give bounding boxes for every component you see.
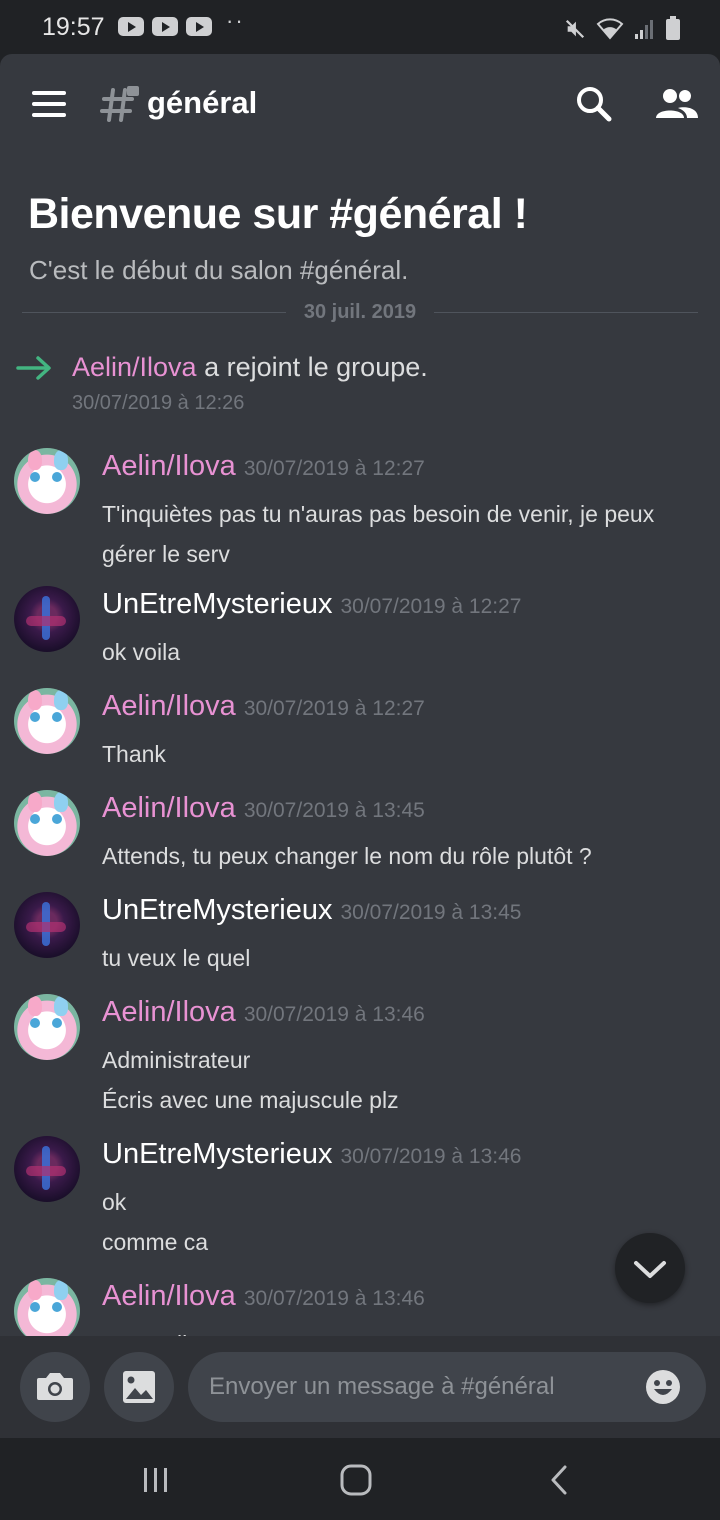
youtube-icon [186,17,212,36]
search-icon[interactable] [574,84,614,124]
emoji-icon[interactable] [644,1368,682,1406]
date-divider: 30 juil. 2019 [22,301,698,323]
channel-title: général [147,85,258,120]
recent-apps-icon[interactable] [126,1460,186,1500]
message-header: Aelin/Ilova 30/07/2019 à 13:46 [102,1280,425,1313]
message-list[interactable]: Bienvenue sur #général ! C'est le début … [0,154,720,1336]
message-timestamp: 30/07/2019 à 12:27 [243,457,425,480]
menu-icon[interactable] [32,91,66,117]
message-composer [0,1336,720,1438]
status-icons [564,14,680,40]
join-arrow-icon [16,356,51,380]
mystery-avatar[interactable] [14,892,80,958]
message-content: Thank [102,734,702,774]
join-username[interactable]: Aelin/Ilova [72,352,197,382]
message-header: UnEtreMysterieux 30/07/2019 à 13:46 [102,1138,521,1171]
home-icon[interactable] [326,1460,386,1500]
chevron-down-icon [634,1261,666,1278]
message-content: T'inquiètes pas tu n'auras pas besoin de… [102,494,702,574]
camera-icon [37,1373,73,1400]
message-content: tu veux le quel [102,938,702,978]
members-icon[interactable] [654,84,700,124]
message-line: Attends, tu peux changer le nom du rôle … [102,843,592,869]
message-line: ok [102,1189,127,1215]
camera-button[interactable] [20,1352,90,1422]
mystery-avatar[interactable] [14,1136,80,1202]
message-line: T'inquiètes pas tu n'auras pas besoin de… [102,501,655,567]
message-header: Aelin/Ilova 30/07/2019 à 13:46 [102,996,425,1029]
message-line: tu veux le quel [102,945,251,971]
message-author[interactable]: Aelin/Ilova [102,1280,236,1312]
message-content: Ayyyouii [102,1324,702,1336]
back-icon[interactable] [530,1460,590,1500]
message-line: Thank [102,741,166,767]
sylveon-avatar[interactable] [14,790,80,856]
signal-icon [635,20,653,39]
wifi-icon [596,18,624,40]
join-message: Aelin/Ilova a rejoint le groupe. [72,352,428,383]
status-time: 19:57 [42,13,105,41]
join-text: a rejoint le groupe. [204,352,428,382]
sylveon-avatar[interactable] [14,994,80,1060]
sylveon-avatar[interactable] [14,688,80,754]
scroll-to-bottom-button[interactable] [615,1233,685,1303]
message-author[interactable]: UnEtreMysterieux [102,894,332,926]
message-line: ok voila [102,639,180,665]
message-input[interactable] [188,1352,706,1422]
sylveon-avatar[interactable] [14,1278,80,1336]
message-timestamp: 30/07/2019 à 13:45 [243,799,425,822]
image-button[interactable] [104,1352,174,1422]
message-timestamp: 30/07/2019 à 13:45 [340,901,522,924]
message-author[interactable]: Aelin/Ilova [102,690,236,722]
discord-mobile-screen: 19:57 ·· général Bienvenue sur #général … [0,0,720,1520]
sylveon-avatar[interactable] [14,448,80,514]
message-header: UnEtreMysterieux 30/07/2019 à 13:45 [102,894,521,927]
mystery-avatar[interactable] [14,586,80,652]
system-nav-bar [0,1438,720,1520]
message-header: Aelin/Ilova 30/07/2019 à 12:27 [102,450,425,483]
channel-header: général [0,54,720,154]
message-header: Aelin/Ilova 30/07/2019 à 13:45 [102,792,425,825]
message-timestamp: 30/07/2019 à 13:46 [340,1145,522,1168]
message-line: Ayyyouii [102,1324,702,1336]
message-content: ok comme ca [102,1182,702,1262]
message-timestamp: 30/07/2019 à 13:46 [243,1287,425,1310]
message-timestamp: 30/07/2019 à 12:27 [243,697,425,720]
message-content: Attends, tu peux changer le nom du rôle … [102,836,702,876]
message-timestamp: 30/07/2019 à 13:46 [243,1003,425,1026]
message-line: comme ca [102,1229,209,1255]
message-content: ok voila [102,632,702,672]
status-bar: 19:57 ·· [0,0,720,54]
message-author[interactable]: UnEtreMysterieux [102,588,332,620]
date-divider-label: 30 juil. 2019 [303,301,417,323]
more-notifications-dots: ·· [226,8,245,33]
message-header: Aelin/Ilova 30/07/2019 à 12:27 [102,690,425,723]
message-author[interactable]: UnEtreMysterieux [102,1138,332,1170]
message-author[interactable]: Aelin/Ilova [102,996,236,1028]
message-timestamp: 30/07/2019 à 12:27 [340,595,522,618]
message-author[interactable]: Aelin/Ilova [102,792,236,824]
welcome-title: Bienvenue sur #général ! [28,190,528,238]
mute-icon [565,19,585,39]
battery-icon [666,16,680,40]
message-author[interactable]: Aelin/Ilova [102,450,236,482]
message-content: Administrateur Écris avec une majuscule … [102,1040,702,1120]
image-icon [123,1371,155,1403]
locked-hash-icon [100,86,139,122]
youtube-icon [152,17,178,36]
message-line: Administrateur [102,1047,251,1073]
youtube-icon [118,17,144,36]
message-line: Écris avec une majuscule plz [102,1087,399,1113]
join-timestamp: 30/07/2019 à 12:26 [72,392,245,414]
welcome-subtitle: C'est le début du salon #général. [29,255,409,285]
message-header: UnEtreMysterieux 30/07/2019 à 12:27 [102,588,521,621]
